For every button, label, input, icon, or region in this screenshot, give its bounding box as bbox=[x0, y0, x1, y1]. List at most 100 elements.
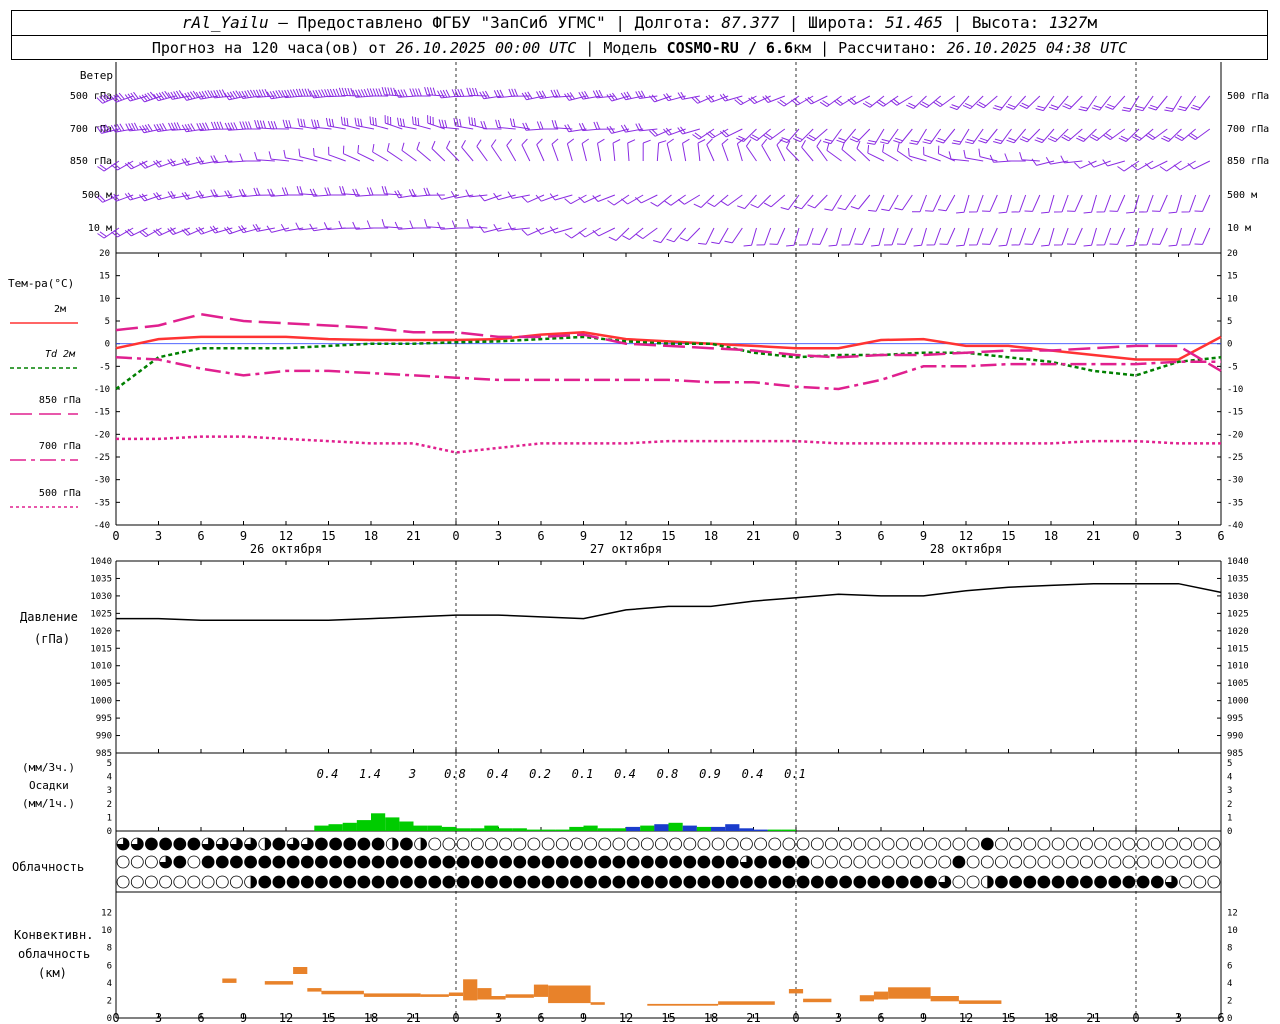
temp-xtick-label: 12 bbox=[619, 529, 633, 543]
wind-barb bbox=[509, 118, 530, 130]
cloud-cover-circle bbox=[952, 855, 966, 869]
pressure-ytick-right: 1000 bbox=[1227, 697, 1249, 707]
cloud-cover-circle bbox=[555, 855, 569, 869]
bottom-xtick-label: 18 bbox=[1044, 1011, 1058, 1024]
wind-barb bbox=[912, 194, 927, 213]
precip-3h-total: 0.2 bbox=[529, 767, 551, 781]
temp-ytick-right: -40 bbox=[1227, 521, 1243, 531]
wind-barb bbox=[1188, 128, 1211, 141]
wind-barb bbox=[896, 227, 913, 245]
cloud-cover-circle bbox=[442, 855, 456, 869]
cloud-cover-circle bbox=[1136, 837, 1150, 851]
bottom-xtick-label: 6 bbox=[197, 1011, 204, 1024]
temp-legend-label-0: 2м bbox=[54, 304, 66, 315]
cloud-cover-circle bbox=[1108, 837, 1122, 851]
convective-cloud-band bbox=[590, 1002, 605, 1005]
cloud-cover-circle bbox=[1150, 855, 1164, 869]
cloud-cover-circle bbox=[910, 837, 923, 851]
cloud-cover-circle bbox=[470, 855, 484, 869]
wind-barb bbox=[453, 117, 474, 130]
convective-cloud-band bbox=[420, 994, 449, 997]
precip-bar bbox=[597, 828, 612, 831]
convective-cloud-band bbox=[505, 994, 534, 998]
wind-barb bbox=[736, 138, 745, 162]
precip-bar bbox=[427, 825, 442, 831]
pressure-ytick-right: 1025 bbox=[1227, 609, 1249, 619]
convective-cloud-band bbox=[647, 1003, 719, 1006]
cloud-cover-circle bbox=[655, 855, 668, 869]
wind-barb bbox=[581, 138, 589, 162]
wind-barb bbox=[340, 116, 360, 130]
temp-ytick-right: 0 bbox=[1227, 340, 1232, 350]
cloud-cover-circle bbox=[187, 837, 201, 851]
cloud-cover-circle bbox=[1080, 875, 1093, 889]
cloud-cover-circle bbox=[144, 855, 158, 869]
wind-barb bbox=[535, 194, 559, 202]
precip-3h-total: 0.8 bbox=[657, 767, 679, 781]
wind-barb bbox=[268, 151, 290, 162]
wind-barb bbox=[854, 227, 871, 245]
wind-barb bbox=[1083, 227, 1097, 247]
temp-xtick-label: 3 bbox=[1175, 529, 1182, 543]
precip-bar bbox=[456, 828, 471, 831]
precip-bar bbox=[583, 825, 598, 831]
temp-xtick-label: 15 bbox=[321, 529, 335, 543]
precip-ytick-left: 2 bbox=[107, 800, 112, 810]
precip-3h-total: 0.1 bbox=[784, 767, 806, 781]
temp-xtick-label: 3 bbox=[155, 529, 162, 543]
cloud-cover-circle bbox=[1094, 837, 1107, 851]
day-label-1: 27 октября bbox=[590, 542, 662, 556]
cloud-cover-circle bbox=[173, 855, 187, 869]
wind-barb bbox=[1173, 160, 1196, 171]
temp-ytick-left: -35 bbox=[94, 498, 110, 508]
cloud-cover-circle bbox=[612, 855, 626, 869]
cloud-cover-circle bbox=[1065, 855, 1079, 869]
cloud-cover-circle bbox=[1037, 855, 1051, 869]
cloud-cover-circle bbox=[768, 837, 782, 851]
cloud-cover-circle bbox=[1023, 855, 1037, 869]
cloud-cover-circle bbox=[399, 875, 413, 889]
bottom-xtick-label: 6 bbox=[877, 1011, 884, 1024]
cloud-cover-circle bbox=[314, 855, 328, 869]
conv-ytick-left: 10 bbox=[101, 926, 112, 936]
cloud-cover-circle bbox=[825, 837, 838, 851]
cloud-cover-circle bbox=[669, 875, 682, 889]
cloud-cover-circle bbox=[810, 875, 824, 889]
wind-barb bbox=[386, 142, 403, 162]
precip-bar bbox=[498, 828, 513, 831]
wind-barb bbox=[939, 227, 956, 245]
conv-ytick-left: 8 bbox=[107, 944, 112, 954]
convective-cloud-band bbox=[958, 1000, 1002, 1004]
wind-barb bbox=[338, 220, 360, 229]
cloud-cover-circle bbox=[669, 855, 682, 869]
cloud-cover-circle bbox=[428, 837, 442, 851]
wind-barb bbox=[750, 194, 772, 209]
cloud-cover-circle bbox=[655, 837, 668, 851]
wind-level-left-3: 500 м bbox=[82, 190, 112, 201]
wind-barb bbox=[1126, 227, 1140, 247]
temp-xtick-label: 0 bbox=[1132, 529, 1139, 543]
temp-legend-label-1: Td 2м bbox=[45, 349, 76, 360]
bottom-xtick-label: 9 bbox=[580, 1011, 587, 1024]
temp-xtick-label: 9 bbox=[240, 529, 247, 543]
convective-cloud-band bbox=[448, 992, 464, 996]
temp-ytick-right: -15 bbox=[1227, 408, 1243, 418]
wind-barb bbox=[981, 194, 998, 212]
cloud-cover-circle bbox=[428, 875, 442, 889]
cloud-cover-circle bbox=[1037, 837, 1051, 851]
wind-barb bbox=[1105, 95, 1126, 110]
wind-level-right-1: 700 гПа bbox=[1227, 124, 1269, 135]
precip-bar bbox=[569, 826, 584, 831]
cloud-cover-circle bbox=[754, 855, 767, 869]
precip-3h-total: 0.9 bbox=[699, 767, 721, 781]
cloud-cover-circle bbox=[329, 875, 343, 889]
cloud-cover-circle bbox=[881, 855, 895, 869]
cloud-cover-circle bbox=[1193, 837, 1207, 851]
cloud-cover-circle bbox=[669, 837, 682, 851]
cloud-cover-circle bbox=[272, 875, 286, 889]
wind-barb bbox=[612, 139, 621, 162]
temp-ytick-right: 20 bbox=[1227, 249, 1238, 259]
cloud-cover-circle bbox=[938, 855, 952, 869]
cloud-cover-half bbox=[392, 838, 399, 850]
wind-barb bbox=[849, 128, 871, 143]
